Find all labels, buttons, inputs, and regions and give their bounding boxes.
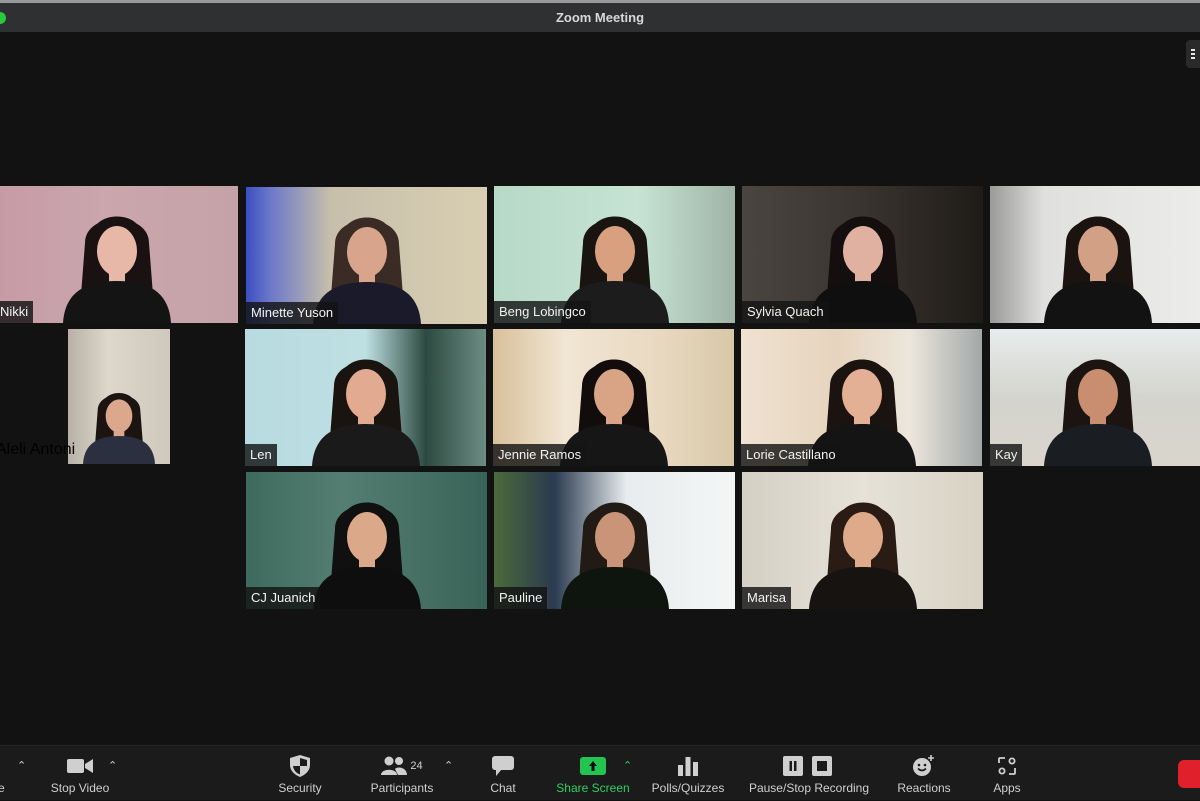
participant-tile[interactable]: Minette Yuson <box>246 187 487 324</box>
view-options-button[interactable] <box>1186 40 1200 68</box>
participant-avatar <box>1043 216 1152 323</box>
security-button[interactable]: Security <box>270 746 330 801</box>
participant-name-label: Beng Lobingco <box>494 301 591 323</box>
audio-options-caret[interactable]: ⌃ <box>17 759 26 772</box>
pause-stop-recording-button[interactable]: Pause/Stop Recording <box>743 746 875 801</box>
participant-count: 24 <box>410 760 423 772</box>
participant-tile[interactable]: Marisa <box>742 472 983 609</box>
reactions-button[interactable]: Reactions <box>893 746 955 801</box>
participant-name-label: Marisa <box>742 587 792 609</box>
participant-avatar <box>1043 359 1152 466</box>
grid-view-icon <box>1191 49 1195 59</box>
mute-label-fragment[interactable]: e <box>0 781 5 795</box>
window-title: Zoom Meeting <box>555 10 645 25</box>
chat-bubble-icon <box>492 756 514 776</box>
participant-name-label: Aleli Antoni <box>0 441 76 458</box>
share-screen-button[interactable]: Share Screen <box>551 746 635 801</box>
participant-avatar <box>312 502 421 609</box>
shield-icon <box>290 755 310 777</box>
window-zoom-button[interactable] <box>0 12 6 24</box>
apps-button[interactable]: Apps <box>986 746 1028 801</box>
video-camera-icon <box>67 759 93 773</box>
participant-name-label: Kay <box>990 444 1023 466</box>
participant-tile[interactable]: Kay <box>990 329 1200 466</box>
participant-name-label: Len <box>245 444 277 466</box>
participant-tile[interactable]: Len <box>245 329 486 466</box>
meeting-toolbar: e ⌃ Stop Video ⌃ Security 24 Participant… <box>0 745 1200 800</box>
apps-icon <box>998 757 1016 775</box>
share-screen-icon <box>580 757 606 775</box>
participant-tile[interactable]: Nikki <box>0 186 238 323</box>
participant-name-label: Nikki <box>0 301 34 323</box>
participant-name-label: Lorie Castillano <box>741 444 841 466</box>
participants-options-caret[interactable]: ⌃ <box>444 759 453 772</box>
participant-tile[interactable]: Jennie Ramos <box>493 329 734 466</box>
participant-tile[interactable]: Beng Lobingco <box>494 186 735 323</box>
participant-tile[interactable] <box>68 329 170 464</box>
participant-avatar <box>83 393 155 464</box>
bar-chart-icon <box>678 757 698 776</box>
participants-button[interactable]: 24 Participants <box>362 746 442 801</box>
chat-button[interactable]: Chat <box>483 746 523 801</box>
participant-name-label: Minette Yuson <box>246 302 339 324</box>
end-meeting-button[interactable] <box>1178 760 1200 788</box>
video-options-caret[interactable]: ⌃ <box>108 759 117 772</box>
participant-tile[interactable]: Pauline <box>494 472 735 609</box>
participant-name-label: Pauline <box>494 587 548 609</box>
participant-name-label: CJ Juanich <box>246 587 321 609</box>
participants-icon <box>381 756 408 775</box>
participant-name-label: Jennie Ramos <box>493 444 587 466</box>
pause-stop-icon <box>783 756 832 776</box>
participant-avatar <box>808 502 917 609</box>
polls-quizzes-button[interactable]: Polls/Quizzes <box>647 746 729 801</box>
participant-tile[interactable]: CJ Juanich <box>246 472 487 609</box>
participant-avatar <box>62 216 171 323</box>
participant-tile[interactable]: Sylvia Quach <box>742 186 983 323</box>
video-gallery: Nikki Minette Yuson Beng Lobingco Sylvia Qu… <box>0 32 1200 745</box>
participant-avatar <box>560 502 669 609</box>
participant-avatar <box>311 359 420 466</box>
participant-tile[interactable]: Lorie Castillano <box>741 329 982 466</box>
stop-video-button[interactable]: Stop Video <box>47 746 113 801</box>
share-options-caret[interactable]: ⌃ <box>623 759 632 772</box>
participant-name-label: Sylvia Quach <box>742 301 829 323</box>
participant-tile[interactable] <box>990 186 1200 323</box>
window-titlebar: Zoom Meeting <box>0 0 1200 32</box>
emoji-plus-icon <box>913 755 934 776</box>
